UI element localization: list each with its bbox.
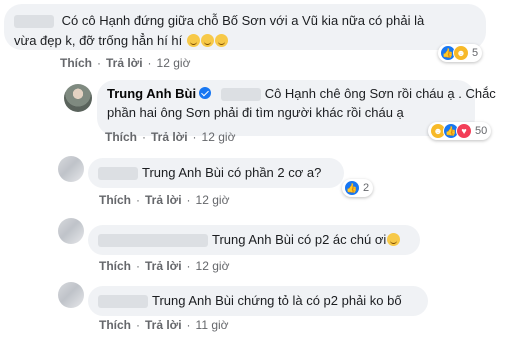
- smiling-emoji-icon: [200, 34, 214, 47]
- like-link[interactable]: Thích: [99, 193, 131, 207]
- timestamp[interactable]: 12 giờ: [196, 193, 230, 207]
- reaction-count: 50: [475, 125, 488, 137]
- redacted-name: [98, 295, 148, 309]
- avatar[interactable]: [64, 84, 92, 112]
- reaction-summary-2[interactable]: ☻ 👍 ♥ 50: [428, 122, 492, 140]
- redacted-name: [14, 15, 54, 29]
- comment-actions-4: Thích · Trả lời · 12 giờ: [99, 259, 230, 273]
- timestamp[interactable]: 12 giờ: [157, 56, 191, 70]
- comment-text-1-line2: vừa đẹp k, đỡ trống hẳn hí hí: [14, 32, 228, 50]
- comment-header-2: Trung Anh Bùi Cô Hạnh chê ông Sơn rồi ch…: [107, 85, 496, 103]
- smiling-emoji-icon: [186, 34, 200, 47]
- comment-text-4: Trung Anh Bùi có p2 ác chú ơi: [98, 231, 401, 249]
- comment-actions-5: Thích · Trả lời · 11 giờ: [99, 318, 229, 332]
- love-reaction-icon: ♥: [456, 123, 472, 139]
- like-reaction-icon: 👍: [344, 180, 360, 196]
- comment-text-1-line1: Có cô Hạnh đứng giữa chỗ Bố Sơn với a Vũ…: [4, 12, 496, 30]
- smiling-emoji-icon: [387, 233, 401, 246]
- timestamp[interactable]: 11 giờ: [196, 318, 229, 332]
- avatar[interactable]: [58, 282, 84, 308]
- comment-actions-1: Thích · Trả lời · 12 giờ: [60, 56, 191, 70]
- redacted-name: [220, 88, 261, 102]
- comment-actions-2: Thích · Trả lời · 12 giờ: [105, 130, 236, 144]
- reply-link[interactable]: Trả lời: [145, 259, 182, 273]
- comment-bubble-4: Trung Anh Bùi có p2 ác chú ơi: [88, 225, 420, 255]
- timestamp[interactable]: 12 giờ: [196, 259, 230, 273]
- reaction-count: 5: [472, 47, 479, 59]
- reply-link[interactable]: Trả lời: [151, 130, 188, 144]
- reaction-summary-1[interactable]: 👍 ☻ 5: [438, 44, 483, 62]
- like-link[interactable]: Thích: [60, 56, 92, 70]
- comment-text-2-line1: Cô Hạnh chê ông Sơn rồi cháu ạ . Chắc: [264, 86, 496, 101]
- comment-bubble-3: Trung Anh Bùi có phần 2 cơ a?: [88, 158, 344, 188]
- like-link[interactable]: Thích: [99, 259, 131, 273]
- reaction-summary-3[interactable]: 👍 2: [342, 179, 374, 197]
- comment-text-2-line2: phần hai ông Sơn phải đi tìm người khác …: [107, 105, 404, 120]
- timestamp[interactable]: 12 giờ: [202, 130, 236, 144]
- comment-text-5: Trung Anh Bùi chứng tỏ là có p2 phải ko …: [98, 292, 402, 310]
- comment-bubble-2: Trung Anh Bùi Cô Hạnh chê ông Sơn rồi ch…: [97, 80, 496, 136]
- comment-bubble-5: Trung Anh Bùi chứng tỏ là có p2 phải ko …: [88, 286, 428, 316]
- avatar[interactable]: [58, 218, 84, 244]
- reply-link[interactable]: Trả lời: [145, 193, 182, 207]
- reply-link[interactable]: Trả lời: [106, 56, 143, 70]
- reaction-count: 2: [363, 182, 370, 194]
- haha-reaction-icon: ☻: [453, 45, 469, 61]
- redacted-name: [98, 234, 208, 248]
- like-link[interactable]: Thích: [99, 318, 131, 332]
- redacted-name: [98, 167, 138, 181]
- comment-text-3: Trung Anh Bùi có phần 2 cơ a?: [98, 164, 321, 182]
- avatar[interactable]: [58, 156, 84, 182]
- verified-badge-icon: [199, 87, 212, 99]
- smiling-emoji-icon: [214, 34, 228, 47]
- comment-actions-3: Thích · Trả lời · 12 giờ: [99, 193, 230, 207]
- reply-link[interactable]: Trả lời: [145, 318, 182, 332]
- comment-bubble-1: Có cô Hạnh đứng giữa chỗ Bố Sơn với a Vũ…: [4, 4, 486, 50]
- like-link[interactable]: Thích: [105, 130, 137, 144]
- comment-author[interactable]: Trung Anh Bùi: [107, 86, 196, 101]
